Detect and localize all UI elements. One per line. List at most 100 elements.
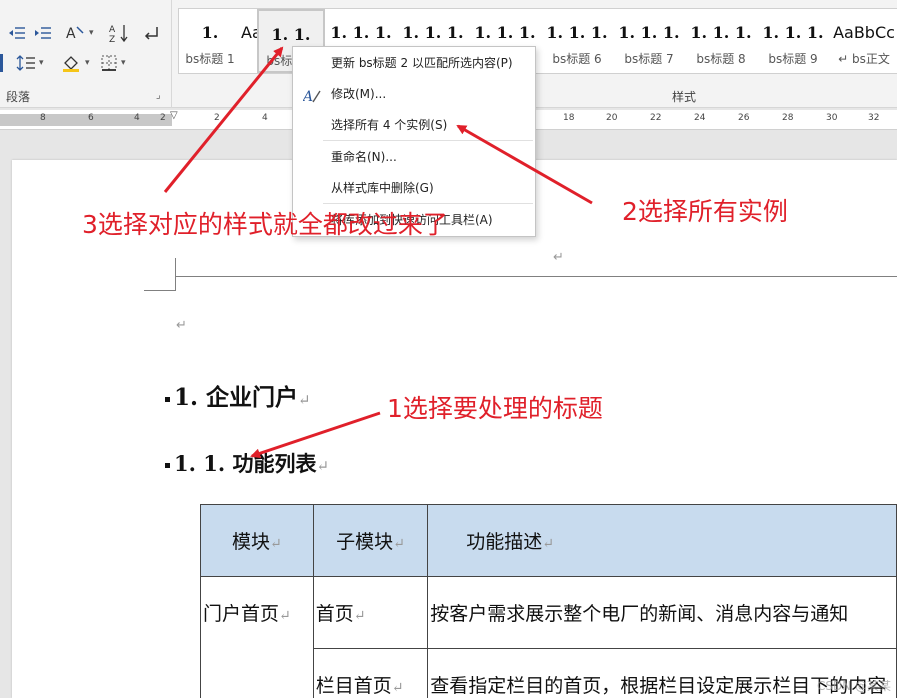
list-bullet bbox=[165, 396, 170, 402]
decrease-indent-button[interactable] bbox=[8, 22, 26, 44]
style-preview: 1. 1. 1. bbox=[690, 23, 752, 42]
line-spacing-icon bbox=[16, 55, 35, 71]
sort-icon: AZ bbox=[109, 25, 128, 43]
style-tile[interactable]: 1. 1. 1. bs标题 6 bbox=[541, 9, 613, 73]
paragraph-mark: ↵ bbox=[316, 457, 330, 475]
menu-item-modify[interactable]: A 修改(M)... bbox=[293, 80, 535, 108]
shading-button[interactable]: ▾ bbox=[62, 52, 90, 74]
annotation-step3: 3选择对应的样式就全都改过来了 bbox=[82, 210, 448, 239]
ruler-number: 24 bbox=[694, 113, 706, 123]
heading-1-text: 1. 企业门户 bbox=[174, 384, 299, 411]
annotation-step1: 1选择要处理的标题 bbox=[387, 394, 603, 423]
style-tile[interactable]: AaBbCc ↵ bs正文 bbox=[829, 9, 897, 73]
ruler-number: 18 bbox=[563, 113, 575, 123]
style-name: bs标题 1 bbox=[185, 52, 235, 66]
ruler-number: 22 bbox=[650, 113, 662, 123]
margin-corner-mark bbox=[144, 290, 176, 291]
increase-indent-icon bbox=[35, 27, 51, 39]
asian-layout-icon: A bbox=[66, 26, 84, 41]
ruler-number: 8 bbox=[40, 113, 46, 123]
borders-icon bbox=[101, 55, 117, 71]
style-preview: 1. 1. 1. bbox=[402, 23, 464, 42]
menu-separator bbox=[323, 203, 533, 204]
menu-item-rename[interactable]: 重命名(N)... bbox=[293, 143, 535, 171]
list-bullet bbox=[165, 463, 170, 468]
svg-text:A: A bbox=[303, 89, 313, 104]
margin-corner-mark bbox=[175, 258, 176, 290]
ruler-number: 4 bbox=[262, 113, 268, 123]
table-cell[interactable]: 首页↵ bbox=[312, 576, 429, 649]
ruler-number: 2 bbox=[214, 113, 220, 123]
styles-group-label: 样式 bbox=[672, 90, 697, 104]
table-header-row: 模块↵ 子模块↵ 功能描述↵ bbox=[200, 504, 897, 577]
dialog-launcher-icon[interactable]: ⌟ bbox=[156, 90, 161, 101]
ruler-number: 32 bbox=[868, 113, 880, 123]
table-cell[interactable]: 门户首页↵ bbox=[200, 576, 314, 698]
chevron-down-icon: ▾ bbox=[89, 28, 94, 38]
indent-marker-icon[interactable]: ▽ bbox=[170, 110, 178, 121]
menu-item-select-all-instances[interactable]: 选择所有 4 个实例(S) bbox=[293, 111, 535, 139]
paragraph-mark: ↵ bbox=[176, 318, 187, 333]
chevron-down-icon: ▾ bbox=[121, 58, 126, 68]
chevron-down-icon: ▾ bbox=[39, 58, 44, 68]
style-name: ↵ bs正文 bbox=[838, 52, 890, 66]
ruler-number: 28 bbox=[782, 113, 794, 123]
paragraph-mark-icon bbox=[144, 27, 158, 40]
style-preview: Aa bbox=[241, 23, 257, 42]
annotation-step2: 2选择所有实例 bbox=[622, 197, 788, 226]
style-preview: 1. bbox=[201, 23, 219, 42]
function-table: 模块↵ 子模块↵ 功能描述↵ 门户首页↵ 首页↵ 按客户需求展示整个电厂的新闻、… bbox=[200, 504, 897, 698]
borders-button[interactable]: ▾ bbox=[100, 52, 126, 74]
paragraph-group-label: 段落 bbox=[6, 90, 31, 104]
ruler-number: 20 bbox=[606, 113, 618, 123]
style-name: bs标题 8 bbox=[696, 52, 746, 66]
ruler-number: 26 bbox=[738, 113, 750, 123]
style-preview: 1. 1. 1. bbox=[474, 23, 536, 42]
heading-2-text: 1. 1. 功能列表 bbox=[174, 451, 317, 476]
left-border-strip bbox=[0, 52, 4, 74]
style-preview: 1. 1. bbox=[271, 25, 311, 44]
svg-text:Z: Z bbox=[109, 35, 115, 43]
style-preview: AaBbCc bbox=[833, 23, 895, 42]
ruler-number: 6 bbox=[88, 113, 94, 123]
menu-item-update-style[interactable]: 更新 bs标题 2 以匹配所选内容(P) bbox=[293, 49, 535, 77]
menu-item-remove-from-gallery[interactable]: 从样式库中删除(G) bbox=[293, 174, 535, 202]
svg-text:A: A bbox=[109, 25, 116, 35]
paragraph-mark: ↵ bbox=[553, 250, 564, 265]
style-name: bs标题 9 bbox=[768, 52, 818, 66]
style-tile[interactable]: 1. bs标题 1 bbox=[179, 9, 241, 73]
table-cell[interactable]: 按客户需求展示整个电厂的新闻、消息内容与通知 bbox=[427, 576, 897, 649]
table-header-cell[interactable]: 子模块↵ bbox=[312, 504, 429, 577]
ruler-number: 4 bbox=[134, 113, 140, 123]
asian-layout-button[interactable]: A ▾ bbox=[66, 22, 94, 44]
heading-1[interactable]: 1. 企业门户↵ bbox=[165, 378, 311, 412]
watermark: CSDN @某某 bbox=[816, 679, 891, 693]
paint-bucket-icon bbox=[63, 56, 79, 72]
svg-text:A: A bbox=[66, 26, 76, 41]
line-spacing-button[interactable]: ▾ bbox=[16, 52, 44, 74]
table-row: 门户首页↵ 首页↵ 按客户需求展示整个电厂的新闻、消息内容与通知 bbox=[200, 576, 897, 698]
style-name: bs标题 7 bbox=[624, 52, 674, 66]
modify-style-icon: A bbox=[301, 86, 321, 108]
menu-separator bbox=[323, 140, 533, 141]
paragraph-mark: ↵ bbox=[298, 391, 311, 409]
table-cell[interactable]: 栏目首页↵ bbox=[312, 648, 429, 698]
increase-indent-button[interactable] bbox=[34, 22, 52, 44]
table-header-cell[interactable]: 功能描述↵ bbox=[427, 504, 897, 577]
style-preview: 1. 1. 1. bbox=[762, 23, 824, 42]
ruler-margin bbox=[0, 114, 172, 126]
style-preview: 1. 1. 1. bbox=[330, 23, 392, 42]
style-tile[interactable]: 1. 1. 1. bs标题 7 bbox=[613, 9, 685, 73]
style-tile[interactable]: 1. 1. 1. bs标题 9 bbox=[757, 9, 829, 73]
ruler-number: 30 bbox=[826, 113, 838, 123]
style-tile[interactable]: Aa bbox=[241, 9, 257, 73]
sort-button[interactable]: AZ bbox=[108, 22, 130, 44]
heading-2[interactable]: 1. 1. 功能列表↵ bbox=[165, 448, 329, 478]
style-preview: 1. 1. 1. bbox=[618, 23, 680, 42]
style-tile[interactable]: 1. 1. 1. bs标题 8 bbox=[685, 9, 757, 73]
style-preview: 1. 1. 1. bbox=[546, 23, 608, 42]
decrease-indent-icon bbox=[9, 27, 25, 39]
show-marks-button[interactable] bbox=[142, 22, 160, 44]
table-header-cell[interactable]: 模块↵ bbox=[200, 504, 314, 577]
header-rule bbox=[175, 276, 897, 277]
